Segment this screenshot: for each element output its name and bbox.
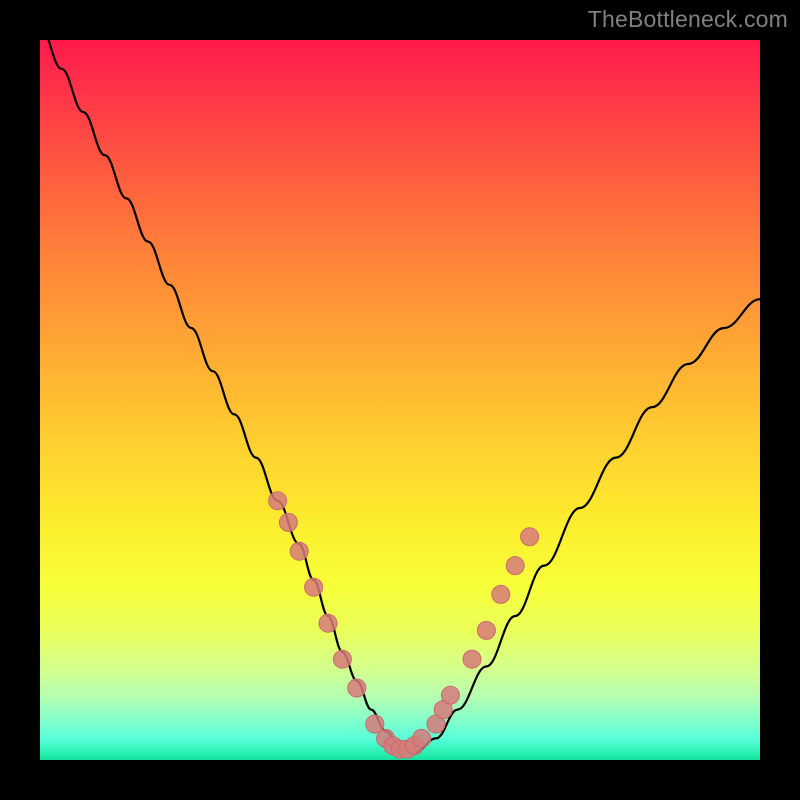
chart-stage: TheBottleneck.com: [0, 0, 800, 800]
plot-gradient-background: [40, 40, 760, 760]
watermark-text: TheBottleneck.com: [588, 6, 788, 33]
